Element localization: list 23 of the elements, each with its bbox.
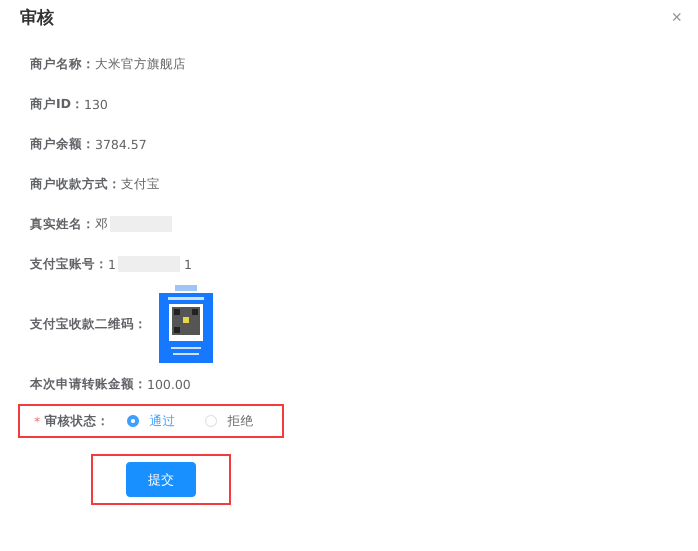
field-value: 支付宝 xyxy=(121,176,160,192)
field-label: 本次申请转账金额： xyxy=(30,376,147,392)
field-value: 130 xyxy=(84,96,108,112)
field-value: 3784.57 xyxy=(95,136,147,152)
field-label: 商户名称： xyxy=(30,56,95,72)
close-button[interactable]: × xyxy=(671,6,682,28)
field-value: 1 xyxy=(184,256,192,272)
field-label: 商户ID： xyxy=(30,96,84,112)
field-label: 商户收款方式： xyxy=(30,176,121,192)
dialog-title: 审核 xyxy=(20,6,54,28)
field-label: 支付宝账号： xyxy=(30,256,108,272)
radio-option[interactable]: 通过 xyxy=(127,412,176,430)
submit-button[interactable]: 提交 xyxy=(126,462,196,497)
radio-option[interactable]: 拒绝 xyxy=(205,412,254,430)
field-label: 支付宝收款二维码： xyxy=(30,316,147,332)
field-value: 1 xyxy=(108,256,116,272)
required-mark: * xyxy=(34,414,40,428)
field-label: 审核状态： xyxy=(44,412,110,430)
field-label: 商户余额： xyxy=(30,136,95,152)
field-value: 100.00 xyxy=(147,376,191,392)
field-value: 邓 xyxy=(95,216,108,232)
field-value: 大米官方旗舰店 xyxy=(95,56,186,72)
field-label: 真实姓名： xyxy=(30,216,95,232)
